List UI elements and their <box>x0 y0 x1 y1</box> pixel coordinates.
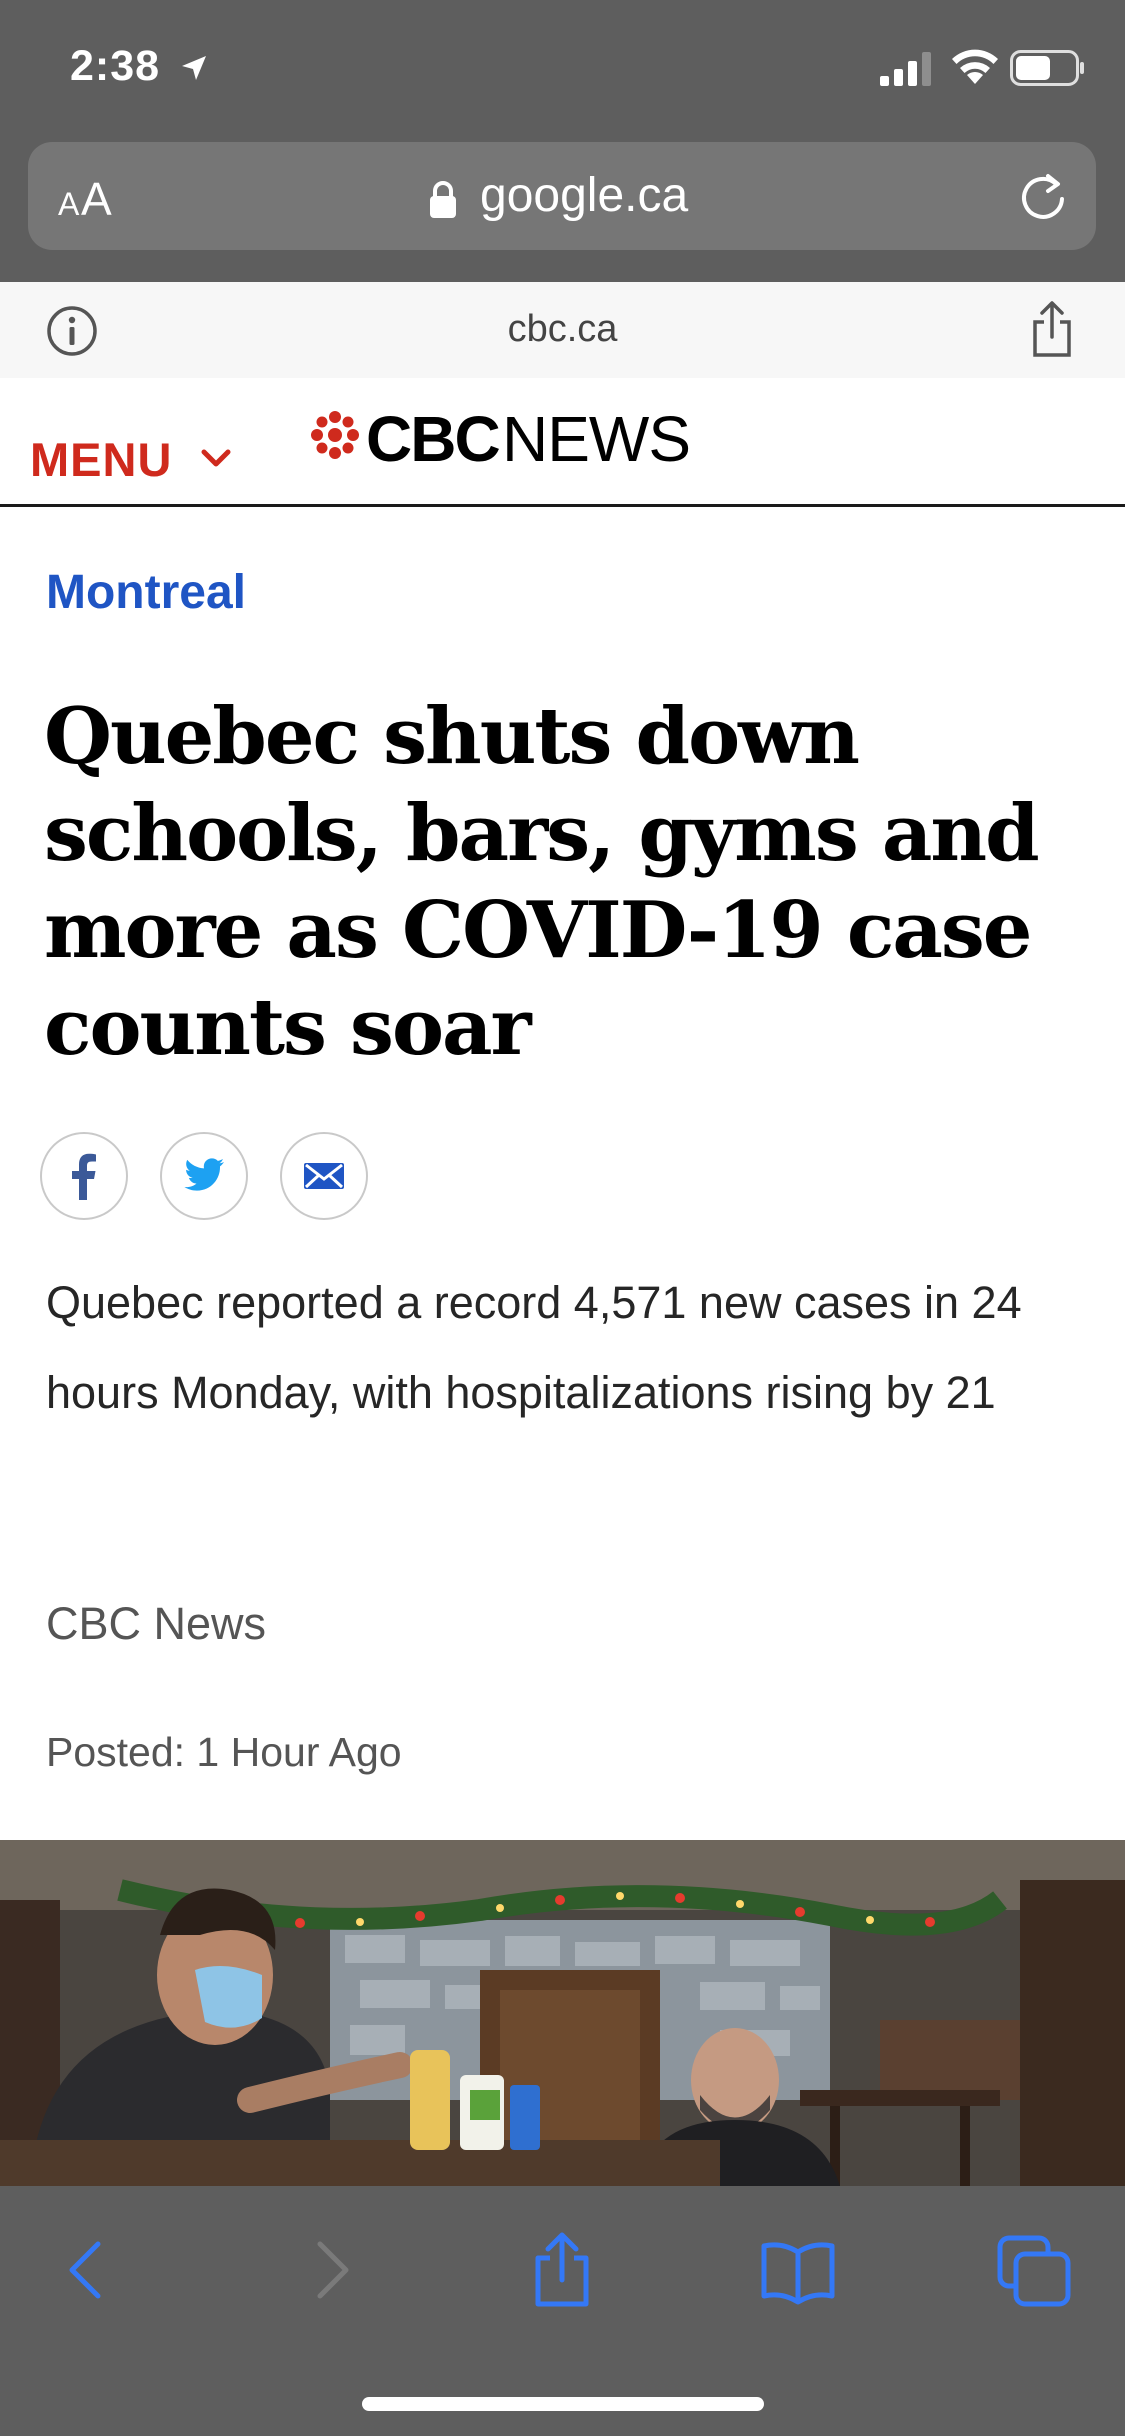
url-text[interactable]: google.ca <box>480 168 688 223</box>
cellular-signal-icon <box>880 52 931 86</box>
twitter-icon <box>184 1158 224 1191</box>
back-icon[interactable] <box>48 2232 128 2308</box>
restaurant-photo <box>0 1840 1125 2186</box>
reload-icon[interactable] <box>1016 172 1070 226</box>
article-summary: Quebec reported a record 4,571 new cases… <box>46 1277 1022 1418</box>
lock-icon <box>430 181 456 218</box>
site-domain: cbc.ca <box>507 308 618 350</box>
chevron-down-icon[interactable] <box>200 446 232 470</box>
article-byline: CBC News <box>46 1598 267 1649</box>
reader-options-small-a[interactable]: A <box>58 186 79 223</box>
reader-options-large-a[interactable]: A <box>81 172 112 226</box>
logo-cbc-text[interactable]: CBC <box>366 402 501 476</box>
share-icon[interactable] <box>1030 300 1074 358</box>
article-posted-time: Posted: 1 Hour Ago <box>46 1729 402 1775</box>
article-category-link[interactable]: Montreal <box>46 565 246 620</box>
battery-icon <box>1010 50 1084 86</box>
status-time: 2:38 <box>70 42 161 90</box>
email-icon <box>304 1163 344 1189</box>
cbc-gem-logo[interactable] <box>310 410 360 460</box>
bookmarks-icon[interactable] <box>758 2232 838 2308</box>
tabs-icon[interactable] <box>994 2232 1074 2308</box>
facebook-icon <box>72 1153 96 1200</box>
article-photo[interactable] <box>0 1840 1125 2186</box>
home-indicator <box>362 2397 764 2411</box>
wifi-icon <box>952 49 998 84</box>
twitter-share-button[interactable] <box>160 1132 248 1220</box>
logo-news-text[interactable]: NEWS <box>502 402 691 476</box>
email-share-button[interactable] <box>280 1132 368 1220</box>
facebook-share-button[interactable] <box>40 1132 128 1220</box>
location-arrow-icon <box>182 56 206 80</box>
menu-button[interactable]: MENU <box>30 432 172 487</box>
article-headline: Quebec shuts down schools, bars, gyms an… <box>44 691 1040 1073</box>
forward-icon[interactable] <box>290 2232 370 2308</box>
share-icon[interactable] <box>522 2232 602 2308</box>
